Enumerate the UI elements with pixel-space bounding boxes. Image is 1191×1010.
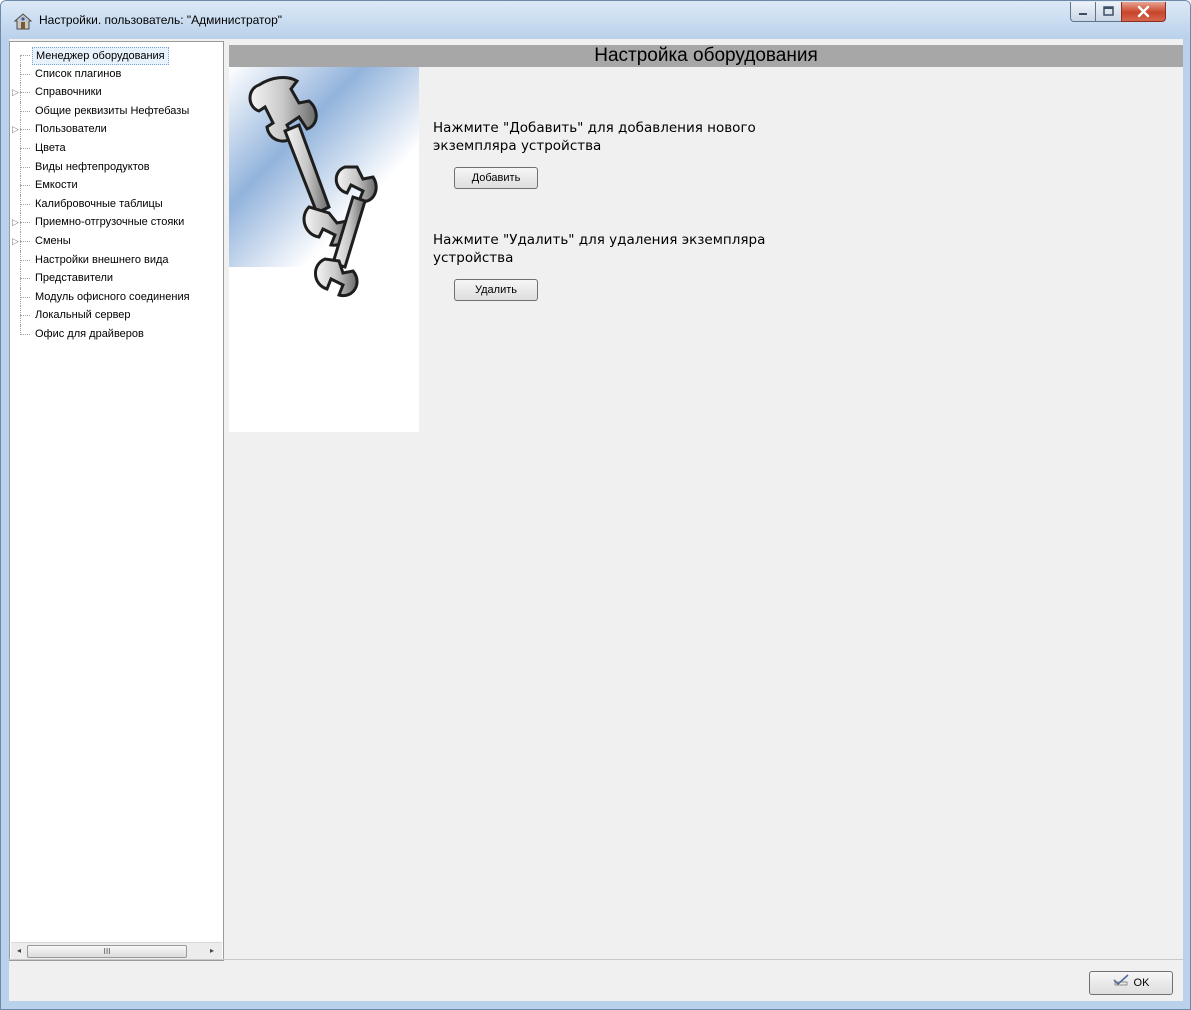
close-icon <box>1137 5 1150 18</box>
tree-item-label: Виды нефтепродуктов <box>35 160 150 173</box>
maximize-button[interactable] <box>1095 2 1122 22</box>
ok-label: OK <box>1133 977 1150 989</box>
ok-button[interactable]: OK <box>1089 971 1173 995</box>
page-title: Настройка оборудования <box>229 45 1183 67</box>
tree-item-common-requisites[interactable]: Общие реквизиты Нефтебазы <box>10 101 223 121</box>
tree-item-label: Офис для драйверов <box>35 327 144 340</box>
minimize-icon <box>1079 13 1087 15</box>
tree-item-equipment-manager[interactable]: Менеджер оборудования <box>10 46 223 65</box>
minimize-button[interactable] <box>1070 2 1096 22</box>
horizontal-scrollbar[interactable]: ◂ III ▸ <box>11 942 222 959</box>
scroll-thumb[interactable]: III <box>27 945 187 958</box>
tree-item-tanks[interactable]: Емкости <box>10 176 223 195</box>
settings-tree[interactable]: Менеджер оборудования Список плагинов ▷ … <box>9 41 224 961</box>
close-button[interactable] <box>1121 2 1166 22</box>
tree-item-label: Представители <box>35 272 114 285</box>
expand-arrow-icon[interactable]: ▷ <box>12 217 19 227</box>
tree-item-representatives[interactable]: Представители <box>10 269 223 288</box>
tree-item-label: Приемно-отгрузочные стояки <box>35 216 185 229</box>
wrenches-illustration <box>229 67 419 432</box>
tree-item-label: Менеджер оборудования <box>32 47 169 65</box>
add-button[interactable]: Добавить <box>454 167 538 189</box>
tree-item-label: Калибровочные таблицы <box>35 197 163 210</box>
tree-item-label: Справочники <box>35 86 102 99</box>
maximize-icon <box>1103 6 1114 16</box>
tree-item-local-server[interactable]: Локальный сервер <box>10 306 223 325</box>
footer-divider <box>9 959 1183 960</box>
tree-item-colors[interactable]: Цвета <box>10 138 223 158</box>
tree-item-oil-products[interactable]: Виды нефтепродуктов <box>10 157 223 177</box>
tree-list: Менеджер оборудования Список плагинов ▷ … <box>10 46 223 944</box>
tree-item-calibration-tables[interactable]: Калибровочные таблицы <box>10 194 223 214</box>
tree-item-label: Общие реквизиты Нефтебазы <box>35 104 190 117</box>
delete-instruction-text: Нажмите "Удалить" для удаления экземпляр… <box>433 232 766 266</box>
scroll-left-icon[interactable]: ◂ <box>13 945 25 957</box>
expand-arrow-icon[interactable]: ▷ <box>12 124 19 134</box>
tree-item-label: Смены <box>35 234 71 247</box>
tree-item-driver-office[interactable]: Офис для драйверов <box>10 324 223 344</box>
tree-item-loading-racks[interactable]: ▷ Приемно-отгрузочные стояки <box>10 213 223 232</box>
expand-arrow-icon[interactable]: ▷ <box>12 87 19 97</box>
title-bar[interactable]: Настройки. пользователь: "Администратор" <box>1 1 1190 39</box>
tree-item-directories[interactable]: ▷ Справочники <box>10 83 223 102</box>
tree-item-label: Локальный сервер <box>35 309 131 322</box>
scroll-right-icon[interactable]: ▸ <box>206 945 218 957</box>
tree-item-label: Настройки внешнего вида <box>35 253 169 266</box>
tree-item-plugins[interactable]: Список плагинов <box>10 64 223 84</box>
tree-item-office-connection[interactable]: Модуль офисного соединения <box>10 287 223 307</box>
tree-item-users[interactable]: ▷ Пользователи <box>10 120 223 139</box>
settings-window: Настройки. пользователь: "Администратор"… <box>0 0 1191 1010</box>
checkmark-pen-icon <box>1112 974 1129 986</box>
client-area: Менеджер оборудования Список плагинов ▷ … <box>9 39 1183 1001</box>
expand-arrow-icon[interactable]: ▷ <box>12 236 19 246</box>
app-icon <box>13 13 33 30</box>
delete-button[interactable]: Удалить <box>454 279 538 301</box>
tree-item-label: Список плагинов <box>35 67 122 80</box>
tree-item-label: Модуль офисного соединения <box>35 290 190 303</box>
tree-item-label: Емкости <box>35 179 78 192</box>
wrenches-icon <box>229 67 419 298</box>
window-title: Настройки. пользователь: "Администратор" <box>39 13 283 27</box>
tree-item-label: Цвета <box>35 141 66 154</box>
add-instruction-text: Нажмите "Добавить" для добавления нового… <box>433 120 756 154</box>
tree-item-label: Пользователи <box>35 123 107 136</box>
tree-item-shifts[interactable]: ▷ Смены <box>10 231 223 251</box>
tree-item-appearance[interactable]: Настройки внешнего вида <box>10 250 223 270</box>
